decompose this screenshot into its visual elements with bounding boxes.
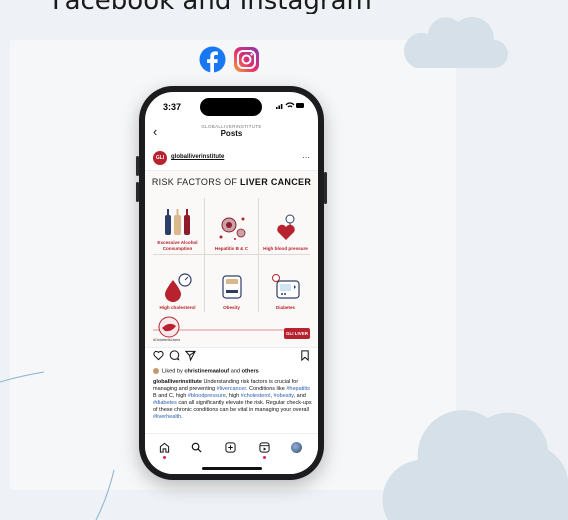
post-caption: globalliverinstitute Understanding risk … xyxy=(153,379,312,422)
likes-user[interactable]: christinemaalouf xyxy=(184,368,229,374)
cloud-bottom-right-icon xyxy=(382,410,568,520)
volume-up-button xyxy=(136,156,139,176)
status-bar: 3:37 xyxy=(145,92,318,120)
risk-factor-cell: Hepatitis B & C xyxy=(205,196,258,254)
caption-text: , high xyxy=(225,393,240,400)
hashtag-link[interactable]: #diabetes xyxy=(153,400,177,406)
title-light: RISK FACTORS OF xyxy=(151,177,238,187)
post-actions xyxy=(145,350,318,366)
reels-activity-dot xyxy=(263,456,266,459)
brand-mark-text: GLI LIVER xyxy=(285,331,308,336)
risk-factor-label: Hepatitis B & C xyxy=(214,245,249,251)
liver-emblem-icon xyxy=(153,316,303,338)
caption-text: , xyxy=(270,393,272,400)
dynamic-island xyxy=(200,98,262,116)
heart-icon[interactable] xyxy=(153,350,164,361)
blood-drop-gauge-icon xyxy=(164,272,192,302)
brand-mark: GLI LIVER xyxy=(284,328,310,339)
risk-factor-label: High cholesterol xyxy=(159,304,196,310)
create-icon[interactable] xyxy=(225,442,236,453)
risk-factor-cell: Excessive Alcohol Consumption xyxy=(151,196,204,254)
hashtag-link[interactable]: #obesity xyxy=(274,393,294,399)
likes-prefix: Liked by xyxy=(162,368,183,375)
caption-text: . Conditions like xyxy=(245,386,285,393)
more-options-icon[interactable]: … xyxy=(302,151,310,160)
bottom-tab-bar xyxy=(145,433,318,474)
share-icon[interactable] xyxy=(185,350,196,361)
comment-icon[interactable] xyxy=(169,350,180,361)
social-icons xyxy=(199,46,260,73)
risk-factor-label: Obesity xyxy=(223,304,240,310)
page-caption: Facebook and Instagram xyxy=(52,0,392,14)
volume-down-button xyxy=(136,182,139,202)
glucose-meter-icon xyxy=(271,273,300,299)
cloud-top-right-icon xyxy=(403,16,508,68)
decorative-line xyxy=(95,470,115,520)
bookmark-icon[interactable] xyxy=(300,350,310,361)
risk-factor-cell: Diabetes xyxy=(259,255,312,313)
status-time: 3:37 xyxy=(163,102,182,112)
heart-pressure-icon xyxy=(276,214,295,240)
home-indicator xyxy=(201,467,262,470)
power-button xyxy=(324,172,327,204)
avatar-text: GLI xyxy=(155,155,165,161)
alcohol-bottles-icon xyxy=(164,209,190,235)
post-image-footer: #OctoberIsLivers GLI LIVER xyxy=(145,316,318,346)
search-icon[interactable] xyxy=(191,442,202,453)
risk-factor-label: High blood pressure xyxy=(263,245,308,251)
caption-text: B and C, high xyxy=(153,393,187,400)
phone-mockup: 3:37 ‹ GLOBALLIVERINSTITUTE Posts GLI gl… xyxy=(136,86,327,480)
post-image[interactable]: RISK FACTORS OF LIVER CANCER Excessive A… xyxy=(145,170,318,348)
title-bold: LIVER CANCER xyxy=(240,177,312,187)
risk-factor-cell: High cholesterol xyxy=(151,255,204,313)
caption-text: . xyxy=(181,414,183,421)
risk-factor-cell: High blood pressure xyxy=(259,196,312,254)
hashtag-label: #OctoberIsLivers xyxy=(153,338,181,342)
likes-others[interactable]: others xyxy=(242,368,259,374)
header-title: Posts xyxy=(220,129,243,138)
avatar[interactable]: GLI xyxy=(153,151,167,165)
hashtag-link[interactable]: #livercancer xyxy=(217,386,246,392)
profile-icon[interactable] xyxy=(291,442,302,453)
hashtag-link[interactable]: #liverhealth xyxy=(153,414,181,420)
caption-text: can all significantly elevate the risk. … xyxy=(153,400,312,414)
reels-icon[interactable] xyxy=(259,442,270,453)
risk-factor-cell: Obesity xyxy=(205,255,258,313)
facebook-icon[interactable] xyxy=(199,46,226,73)
likes-line[interactable]: Liked by christinemaalouf and others xyxy=(153,368,259,374)
risk-factor-label: Excessive Alcohol Consumption xyxy=(157,240,198,251)
decorative-line xyxy=(0,371,45,383)
back-chevron-icon[interactable]: ‹ xyxy=(153,124,157,139)
home-activity-dot xyxy=(163,456,166,459)
post-header: GLI globalliverinstitute … xyxy=(145,148,318,168)
status-icons xyxy=(276,102,304,109)
virus-icon xyxy=(219,217,245,240)
hashtag-link[interactable]: #bloodpressure xyxy=(188,393,226,399)
hashtag-link[interactable]: #hepatitis xyxy=(286,386,310,392)
post-username[interactable]: globalliverinstitute xyxy=(171,154,224,160)
liker-avatar xyxy=(153,368,159,374)
risk-factor-label: Diabetes xyxy=(275,304,296,310)
likes-join: and xyxy=(230,368,241,375)
posts-header: ‹ GLOBALLIVERINSTITUTE Posts xyxy=(145,120,318,144)
home-icon[interactable] xyxy=(159,442,170,453)
scale-icon xyxy=(221,274,242,299)
post-image-title: RISK FACTORS OF LIVER CANCER xyxy=(145,177,318,187)
caption-username[interactable]: globalliverinstitute xyxy=(153,379,202,385)
hashtag-link[interactable]: #cholesterol xyxy=(241,393,271,399)
risk-factor-grid: Excessive Alcohol Consumption Hepatitis … xyxy=(151,196,312,314)
phone-screen: 3:37 ‹ GLOBALLIVERINSTITUTE Posts GLI gl… xyxy=(145,92,318,474)
caption-text: , and xyxy=(293,393,306,400)
instagram-icon[interactable] xyxy=(233,46,260,73)
